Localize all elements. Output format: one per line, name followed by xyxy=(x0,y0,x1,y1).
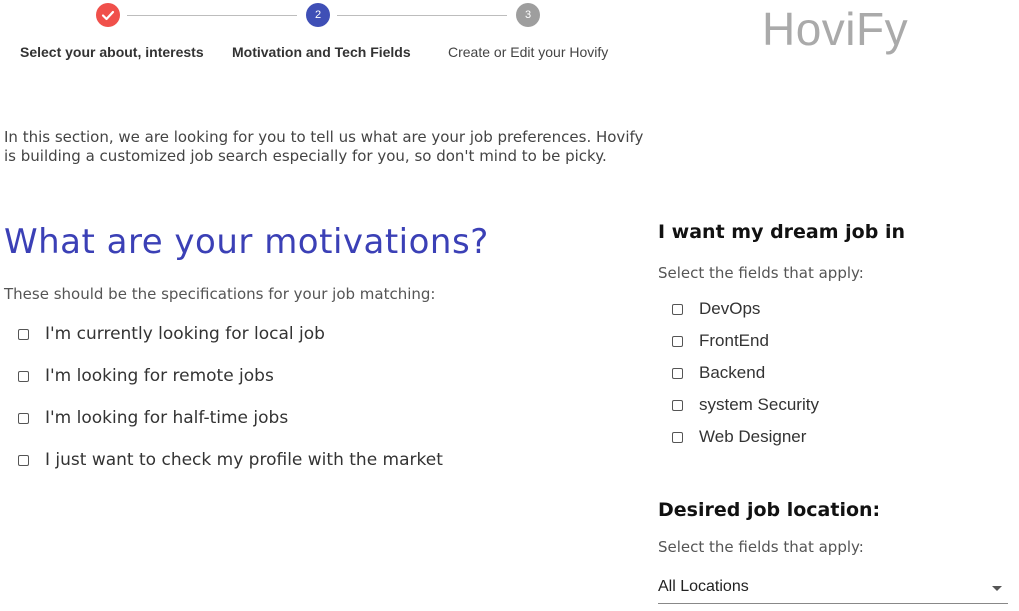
checkbox[interactable] xyxy=(18,412,29,424)
option-label: FrontEnd xyxy=(699,331,769,350)
step-connector-1 xyxy=(127,15,297,16)
fields-heading: I want my dream job in xyxy=(658,221,905,243)
checkbox[interactable] xyxy=(672,335,683,347)
step-2-active-circle[interactable]: 2 xyxy=(306,3,330,27)
motivations-heading: What are your motivations? xyxy=(4,222,489,262)
motivation-option-local[interactable]: I'm currently looking for local job xyxy=(18,323,325,345)
field-option-frontend[interactable]: FrontEnd xyxy=(672,330,769,352)
location-subtitle: Select the fields that apply: xyxy=(658,538,864,556)
motivation-option-half-time[interactable]: I'm looking for half-time jobs xyxy=(18,407,288,429)
brand-logo-text: HoviFy xyxy=(762,3,909,55)
option-label: Backend xyxy=(699,363,766,382)
option-label: Web Designer xyxy=(699,427,807,446)
motivations-subtitle: These should be the specifications for y… xyxy=(4,285,436,303)
motivation-option-remote[interactable]: I'm looking for remote jobs xyxy=(18,365,274,387)
checkbox[interactable] xyxy=(672,303,683,315)
check-icon xyxy=(101,10,115,21)
intro-text: In this section, we are looking for you … xyxy=(4,128,644,165)
option-label: I'm looking for half-time jobs xyxy=(45,408,289,428)
step-1-label[interactable]: Select your about, interests xyxy=(20,44,204,60)
motivation-option-market[interactable]: I just want to check my profile with the… xyxy=(18,449,443,471)
checkbox[interactable] xyxy=(18,370,29,382)
step-1-completed-circle[interactable] xyxy=(96,3,120,27)
option-label: DevOps xyxy=(699,299,761,318)
option-label: I'm currently looking for local job xyxy=(45,324,325,344)
field-option-backend[interactable]: Backend xyxy=(672,362,765,384)
checkbox[interactable] xyxy=(18,454,29,466)
field-option-devops[interactable]: DevOps xyxy=(672,298,760,320)
option-label: I'm looking for remote jobs xyxy=(45,366,274,386)
option-label: I just want to check my profile with the… xyxy=(45,450,443,470)
option-label: system Security xyxy=(699,395,819,414)
checkbox[interactable] xyxy=(672,367,683,379)
fields-subtitle: Select the fields that apply: xyxy=(658,264,864,282)
step-3-pending-circle[interactable]: 3 xyxy=(516,3,540,27)
location-select-value: All Locations xyxy=(658,578,749,595)
checkbox[interactable] xyxy=(672,399,683,411)
step-3-label[interactable]: Create or Edit your Hovify xyxy=(448,44,608,60)
field-option-system-security[interactable]: system Security xyxy=(672,394,819,416)
dropdown-arrow-icon[interactable] xyxy=(992,586,1002,591)
location-heading: Desired job location: xyxy=(658,499,881,521)
location-select[interactable]: All Locations xyxy=(658,576,1008,604)
step-2-label[interactable]: Motivation and Tech Fields xyxy=(232,44,411,60)
field-option-web-designer[interactable]: Web Designer xyxy=(672,426,806,448)
checkbox[interactable] xyxy=(672,431,683,443)
step-connector-2 xyxy=(337,15,507,16)
checkbox[interactable] xyxy=(18,328,29,340)
